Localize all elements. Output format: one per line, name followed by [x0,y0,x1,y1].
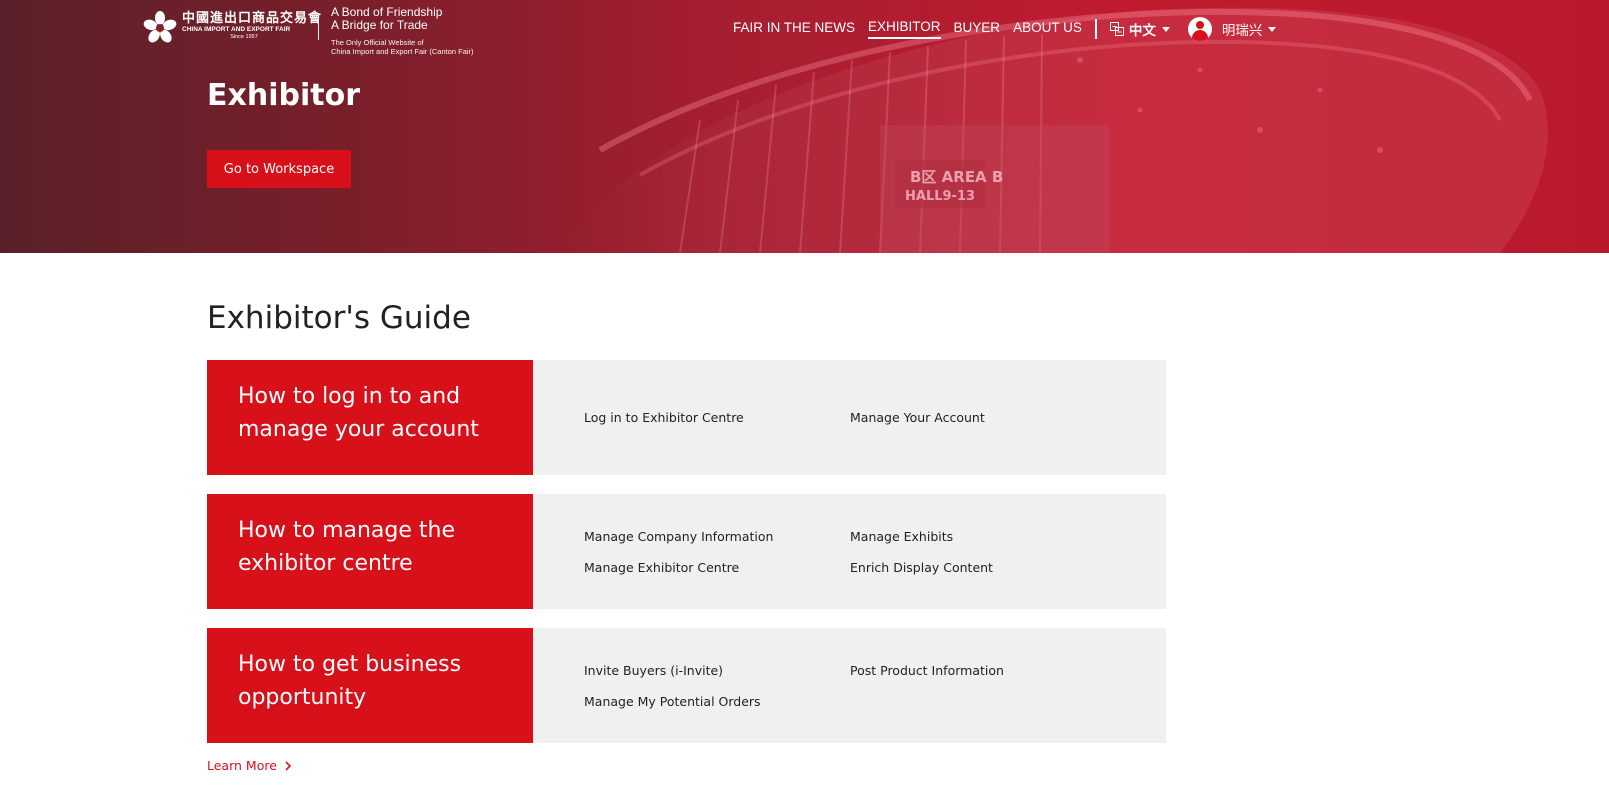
slogan-line2: A Bridge for Trade [331,18,428,32]
guide-section-links: Manage Company Information Manage Exhibi… [533,494,1166,609]
official-line2: China Import and Export Fair (Canton Fai… [331,47,474,56]
link-post-product-information[interactable]: Post Product Information [850,662,1116,679]
user-name: 明瑞兴 [1221,23,1263,38]
nav-fair-in-the-news[interactable]: FAIR IN THE NEWS [733,20,855,38]
avatar-icon [1187,17,1212,41]
logo-divider [318,18,319,40]
official-line1: The Only Official Website of [331,38,424,47]
hero-sign-line1: B区 AREA B [910,168,1003,186]
user-menu[interactable]: 明瑞兴 [1187,17,1277,41]
heading-line2: exhibitor centre [238,551,413,576]
heading-line1: How to manage the [238,518,456,543]
guide-section-heading: How to log in to and manage your account [207,360,533,475]
chevron-down-icon [1161,26,1170,32]
heading-line1: How to log in to and [238,384,461,409]
heading-line2: opportunity [238,685,367,710]
learn-more-label: Learn More [207,758,277,773]
guide-section-links: Invite Buyers (i-Invite) Post Product In… [533,628,1166,743]
guide-title: Exhibitor's Guide [207,300,471,336]
go-to-workspace-button[interactable]: Go to Workspace [207,150,351,188]
language-switcher[interactable]: 中文 [1109,19,1170,39]
heading-line1: How to get business [238,652,462,677]
guide-section-links: Log in to Exhibitor Centre Manage Your A… [533,360,1166,475]
logo-wordmark: 中國進出口商品交易會 CHINA IMPORT AND EXPORT FAIR … [182,11,323,41]
guide-section-heading: How to manage the exhibitor centre [207,494,533,609]
canton-fair-flower-icon [143,11,177,43]
chevron-down-icon [1268,26,1277,32]
page-title: Exhibitor [207,78,360,113]
link-manage-your-account[interactable]: Manage Your Account [850,409,1116,426]
logo-en-name: CHINA IMPORT AND EXPORT FAIR [182,26,291,33]
learn-more-link[interactable]: Learn More [207,758,294,773]
link-invite-buyers[interactable]: Invite Buyers (i-Invite) [584,662,850,679]
nav-buyer[interactable]: BUYER [954,20,1001,38]
hero-banner: B区 AREA B HALL9-13 中國進出口商品交易會 CHINA IMPO… [0,0,1609,253]
site-logo[interactable]: 中國進出口商品交易會 CHINA IMPORT AND EXPORT FAIR … [142,6,474,56]
language-icon [1109,22,1124,36]
guide-section-heading: How to get business opportunity [207,628,533,743]
guide-section-account: How to log in to and manage your account… [207,360,1166,475]
link-enrich-display-content[interactable]: Enrich Display Content [850,559,1116,576]
guide-section-exhibitor-centre: How to manage the exhibitor centre Manag… [207,494,1166,609]
heading-line2: manage your account [238,417,479,442]
nav-about-us[interactable]: ABOUT US [1013,20,1082,38]
main-nav: FAIR IN THE NEWS EXHIBITOR BUYER ABOUT U… [733,17,1277,41]
logo-since: Since 1957 [230,34,258,40]
link-manage-potential-orders[interactable]: Manage My Potential Orders [584,693,850,710]
nav-divider [1094,19,1097,39]
language-label: 中文 [1128,23,1156,38]
link-manage-exhibitor-centre[interactable]: Manage Exhibitor Centre [584,559,850,576]
hero-sign-line2: HALL9-13 [905,189,975,204]
nav-exhibitor[interactable]: EXHIBITOR [868,19,941,39]
guide-section-business: How to get business opportunity Invite B… [207,628,1166,743]
link-log-in-exhibitor-centre[interactable]: Log in to Exhibitor Centre [584,409,850,426]
logo-cn-name: 中國進出口商品交易會 [182,11,323,26]
link-manage-exhibits[interactable]: Manage Exhibits [850,528,1116,545]
link-manage-company-information[interactable]: Manage Company Information [584,528,850,545]
chevron-right-icon [285,760,292,771]
logo-slogan: A Bond of Friendship A Bridge for Trade … [331,6,474,57]
